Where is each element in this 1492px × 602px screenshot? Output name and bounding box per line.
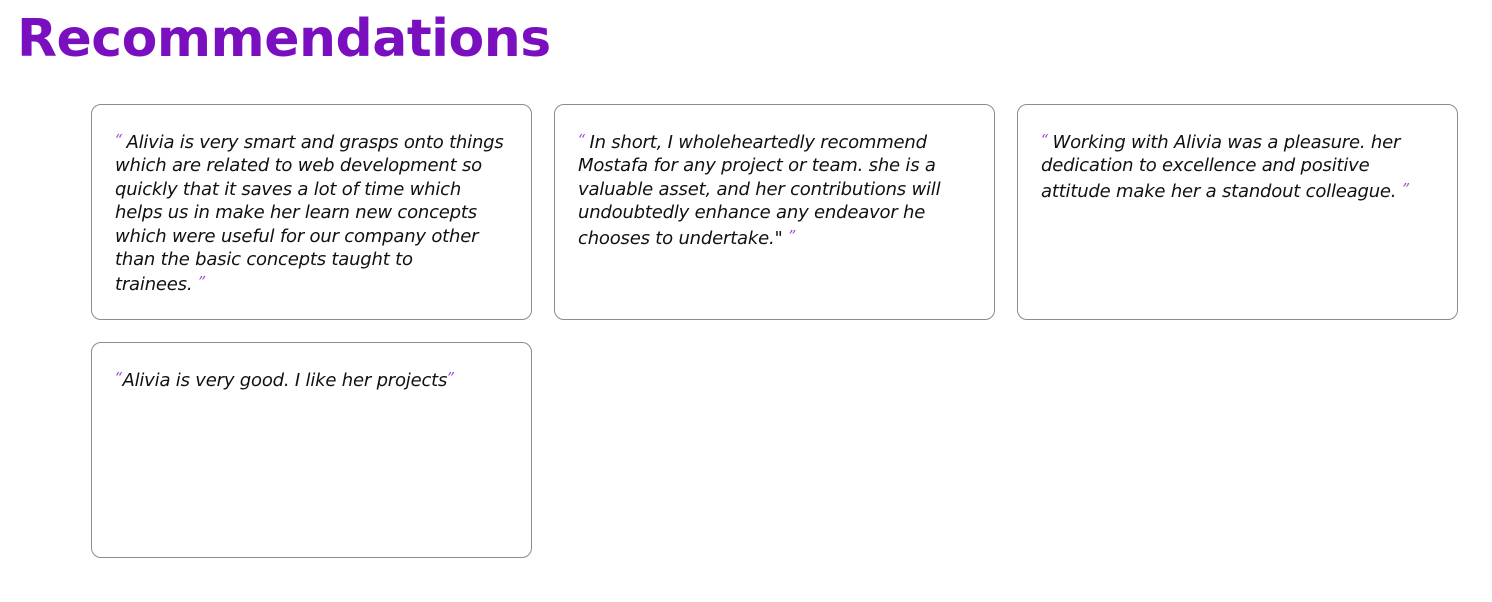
recommendation-card: “Alivia is very smart and grasps onto th… [91,104,532,320]
close-quote-icon: ” [1402,179,1410,198]
close-quote-icon: ” [198,273,206,292]
recommendation-quote: “Alivia is very good. I like her project… [115,367,509,392]
recommendation-quote: “Working with Alivia was a pleasure. her… [1041,129,1435,203]
recommendation-card: “In short, I wholeheartedly recommend Mo… [554,104,995,320]
recommendation-quote: “Alivia is very smart and grasps onto th… [115,129,509,297]
open-quote-icon: “ [578,131,586,149]
recommendation-text: Alivia is very smart and grasps onto thi… [115,132,504,296]
recommendation-card: “Alivia is very good. I like her project… [91,342,532,558]
recommendation-text: Alivia is very good. I like her projects [122,370,448,391]
open-quote-icon: “ [115,131,123,149]
recommendation-text: In short, I wholeheartedly recommend Mos… [578,132,941,249]
close-quote-icon: ” [788,226,797,245]
recommendation-text: Working with Alivia was a pleasure. her … [1041,132,1401,202]
recommendation-card: “Working with Alivia was a pleasure. her… [1017,104,1458,320]
open-quote-icon: “ [1041,131,1049,149]
page-title: Recommendations [17,9,551,69]
close-quote-icon: ” [447,369,455,387]
recommendation-quote: “In short, I wholeheartedly recommend Mo… [578,129,972,250]
